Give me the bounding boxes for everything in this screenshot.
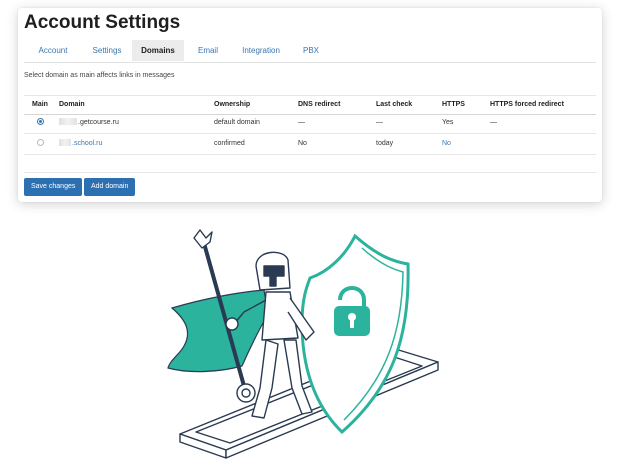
settings-tabs: Account Settings Domains Email Integrati… [24,40,596,63]
save-changes-button[interactable]: Save changes [24,178,83,196]
ownership-cell: confirmed [214,140,245,147]
domain-cell[interactable]: .school.ru [59,139,102,149]
divider [24,172,596,173]
account-settings-panel: Account Settings Account Settings Domain… [18,8,602,202]
last-check-cell: — [376,119,383,126]
main-domain-radio[interactable] [37,139,44,146]
col-last-check: Last check [376,101,413,108]
dns-redirect-cell: — [298,119,305,126]
col-domain: Domain [59,101,85,108]
ownership-cell: default domain [214,119,260,126]
knight-shield-illustration [167,229,439,459]
tab-settings[interactable]: Settings [86,40,128,61]
main-domain-radio[interactable] [37,118,44,125]
add-domain-button[interactable]: Add domain [84,178,136,196]
domain-link[interactable]: .school.ru [72,140,102,147]
domain-name: .getcourse.ru [78,119,119,126]
domain-hint-text: Select domain as main affects links in m… [24,72,175,79]
domain-cell: .getcourse.ru [59,118,119,128]
last-check-cell: today [376,140,394,147]
col-https-forced: HTTPS forced redirect [490,101,564,108]
page-title: Account Settings [24,12,181,33]
col-ownership: Ownership [214,101,251,108]
https-cell[interactable]: No [442,139,451,149]
col-https: HTTPS [442,101,465,108]
tab-email[interactable]: Email [194,40,222,61]
tab-domains[interactable]: Domains [132,40,184,61]
redacted-subdomain [59,139,71,146]
col-dns-redirect: DNS redirect [298,101,341,108]
tab-integration[interactable]: Integration [238,40,284,61]
https-forced-cell: — [490,119,497,126]
dns-redirect-cell: No [298,140,307,147]
cape-illustration [167,289,269,373]
table-row: .getcourse.ru default domain — — Yes — [24,113,596,134]
https-cell: Yes [442,119,454,126]
table-row: .school.ru confirmed No today No [24,134,596,155]
tab-pbx[interactable]: PBX [300,40,322,61]
domains-table-header: Main Domain Ownership DNS redirect Last … [24,95,596,115]
tab-account[interactable]: Account [32,40,74,61]
redacted-subdomain [59,118,77,125]
col-main: Main [32,101,48,108]
